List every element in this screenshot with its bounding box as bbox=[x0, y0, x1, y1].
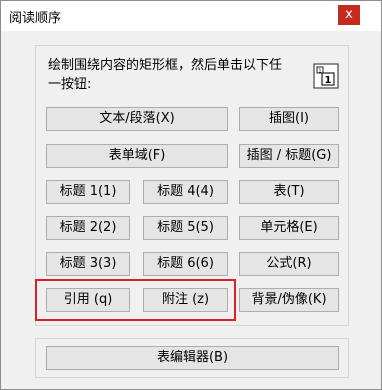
form-field-button[interactable]: 表单域(F) bbox=[46, 144, 228, 168]
heading4-button[interactable]: 标题 4(4) bbox=[143, 180, 228, 204]
reading-order-icon: 1 1 bbox=[313, 63, 339, 89]
svg-text:1: 1 bbox=[318, 69, 321, 75]
figure-button[interactable]: 插图(I) bbox=[239, 107, 339, 131]
svg-text:1: 1 bbox=[325, 75, 332, 86]
cell-button[interactable]: 单元格(E) bbox=[239, 216, 339, 240]
heading6-button[interactable]: 标题 6(6) bbox=[143, 252, 228, 276]
background-artifact-button[interactable]: 背景/伪像(K) bbox=[239, 288, 339, 312]
figure-caption-button[interactable]: 插图 / 标题(G) bbox=[239, 144, 339, 168]
text-paragraph-button[interactable]: 文本/段落(X) bbox=[46, 107, 228, 131]
close-button[interactable]: x bbox=[338, 5, 360, 25]
title-bar: 阅读顺序 x bbox=[1, 1, 381, 31]
table-editor-button[interactable]: 表编辑器(B) bbox=[46, 346, 339, 370]
table-button[interactable]: 表(T) bbox=[239, 180, 339, 204]
formula-button[interactable]: 公式(R) bbox=[239, 252, 339, 276]
reading-order-dialog: 阅读顺序 x 绘制围绕内容的矩形框，然后单击以下任一按钮: 1 1 文本/段落(… bbox=[0, 0, 382, 390]
heading1-button[interactable]: 标题 1(1) bbox=[46, 180, 130, 204]
highlight-box bbox=[35, 279, 236, 321]
instruction-text: 绘制围绕内容的矩形框，然后单击以下任一按钮: bbox=[48, 58, 283, 92]
heading5-button[interactable]: 标题 5(5) bbox=[143, 216, 228, 240]
heading2-button[interactable]: 标题 2(2) bbox=[46, 216, 130, 240]
heading3-button[interactable]: 标题 3(3) bbox=[46, 252, 130, 276]
window-title: 阅读顺序 bbox=[9, 11, 62, 26]
